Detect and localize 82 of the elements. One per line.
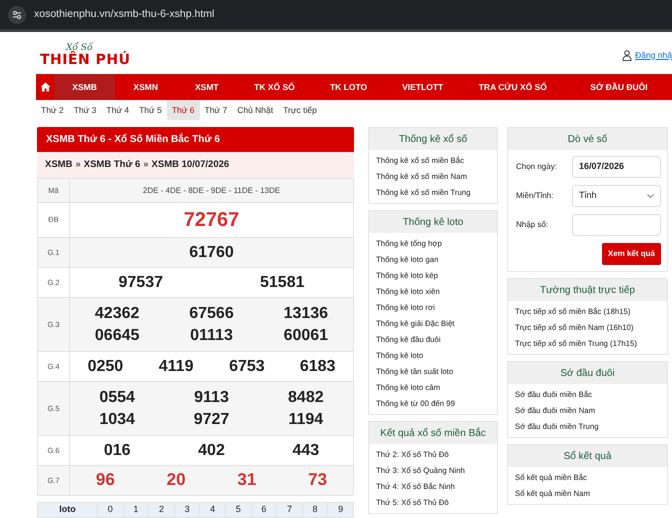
panel-title: Dò vé số xyxy=(508,128,667,150)
prize-number: 06645 xyxy=(94,326,140,344)
nav-tab[interactable]: VIETLOTT xyxy=(386,74,460,100)
prize-number: 6753 xyxy=(229,358,265,375)
nav-tab[interactable]: XSMT xyxy=(176,74,238,100)
prize-number: 443 xyxy=(292,442,320,459)
column-header: 1 xyxy=(123,502,149,517)
nav-tab[interactable]: TK LOTO xyxy=(312,74,386,100)
results-title: XSMB Thứ 6 - Xổ Số Miền Bắc Thứ 6 xyxy=(37,127,354,152)
prize-number: 016 xyxy=(104,442,131,459)
panel-title: Thống kê loto xyxy=(369,211,497,233)
day-tab[interactable]: Chủ Nhật xyxy=(232,100,278,120)
number-input-field[interactable] xyxy=(572,214,661,236)
logo-text[interactable]: THIÊN PHÚ xyxy=(40,52,130,66)
prize-number: 6183 xyxy=(300,358,336,375)
view-results-button[interactable]: Xem kết quả xyxy=(602,243,661,265)
field-label: Chọn ngày: xyxy=(516,161,558,173)
breadcrumb-separator: » xyxy=(143,158,149,172)
prize-number: 96 xyxy=(96,470,115,490)
prize-number: 72767 xyxy=(184,209,240,231)
prize-number: 8482 xyxy=(288,389,324,406)
prize-number: 67566 xyxy=(189,305,234,322)
column-header: 8 xyxy=(302,502,328,517)
column-header: 6 xyxy=(251,502,277,517)
prize-number: 4119 xyxy=(158,358,194,375)
prize-number: 0250 xyxy=(88,358,124,375)
column-header: 2 xyxy=(148,502,174,517)
nav-tab[interactable]: XSMN xyxy=(115,74,176,100)
prize-number: 20 xyxy=(166,470,186,490)
column-header: 3 xyxy=(174,502,200,517)
panel-title: Sổ kết quả xyxy=(508,445,667,467)
nav-tab[interactable]: SỚ ĐẦU ĐUÔI xyxy=(566,74,672,100)
prize-number: 9727 xyxy=(194,410,230,428)
day-tab[interactable]: Thứ 4 xyxy=(101,100,134,120)
nav-tab[interactable]: TK XỔ SỐ xyxy=(237,74,312,100)
prize-number: 1034 xyxy=(99,410,135,428)
day-tab[interactable]: Thứ 6 xyxy=(166,100,200,120)
panel-title: Sớ đầu đuôi xyxy=(508,362,667,384)
prize-number: 31 xyxy=(237,470,256,490)
prize-number: 60061 xyxy=(284,326,328,344)
day-tab[interactable]: Thứ 7 xyxy=(200,100,232,120)
date-field[interactable]: 16/07/2026 xyxy=(572,156,661,178)
site-settings-icon[interactable] xyxy=(8,6,26,24)
prize-number: 61760 xyxy=(189,244,234,261)
column-header: 9 xyxy=(328,502,354,517)
column-header: 4 xyxy=(200,502,226,517)
prize-number: 402 xyxy=(198,442,225,459)
panel-title: Kết quả xổ số miền Bắc xyxy=(369,422,497,444)
nav-tab[interactable]: TRA CỨU XỔ SỐ xyxy=(460,74,566,100)
column-header: 5 xyxy=(225,502,252,517)
prize-number: 13136 xyxy=(284,305,328,322)
prize-number: 97537 xyxy=(118,274,163,291)
day-tab[interactable]: Thứ 2 xyxy=(36,100,69,120)
breadcrumb-separator: » xyxy=(75,158,81,172)
column-header: loto xyxy=(38,502,98,517)
code-value: 2DE - 4DE - 8DE - 9DE - 11DE - 13DE xyxy=(70,178,354,202)
prize-number: 1194 xyxy=(288,410,324,428)
caret-icon xyxy=(647,194,654,198)
column-header: 0 xyxy=(98,502,124,517)
prize-number: 42362 xyxy=(94,305,140,322)
panel-title: Thống kê xổ số xyxy=(369,128,497,150)
url-text[interactable]: xosothienphu.vn/xsmb-thu-6-xshp.html xyxy=(34,6,214,22)
logo-script-text[interactable]: Xổ Số xyxy=(66,44,92,52)
day-tab[interactable]: Thứ 3 xyxy=(68,100,102,120)
prize-number: 9113 xyxy=(194,389,229,406)
user-icon[interactable] xyxy=(622,50,632,60)
day-tab[interactable]: Trực tiếp xyxy=(278,100,322,120)
breadcrumb-link[interactable]: XSMB 10/07/2026 xyxy=(152,158,230,172)
column-header: 7 xyxy=(276,502,302,517)
prize-number: 73 xyxy=(308,470,328,490)
prize-number: 01113 xyxy=(190,326,233,344)
province-select[interactable]: Tỉnh xyxy=(572,185,661,207)
field-label: Nhập số: xyxy=(516,219,550,231)
nav-tab[interactable]: XSMB xyxy=(54,74,116,100)
day-tab[interactable]: Thứ 5 xyxy=(134,100,167,120)
prize-number: 0554 xyxy=(99,389,135,406)
login-link[interactable]: Đăng nhậ xyxy=(635,48,672,62)
panel-title: Tường thuật trực tiếp xyxy=(508,279,667,301)
field-label: Miền/Tỉnh: xyxy=(516,190,554,202)
prize-number: 51581 xyxy=(260,274,304,291)
breadcrumb-link[interactable]: XSMB xyxy=(45,158,72,172)
breadcrumb-link[interactable]: XSMB Thứ 6 xyxy=(84,158,140,172)
